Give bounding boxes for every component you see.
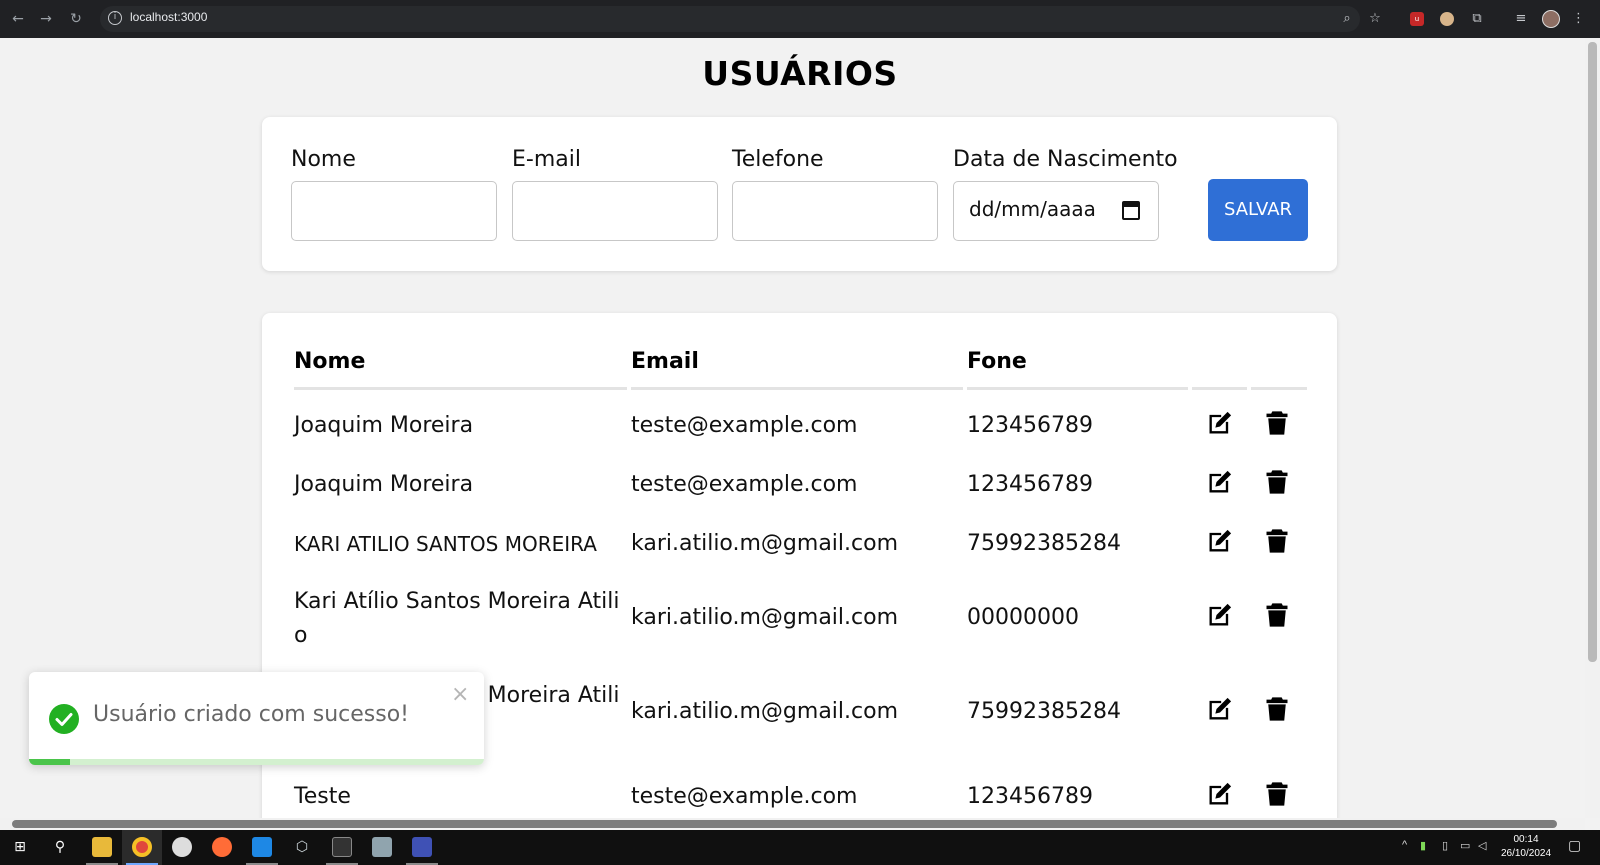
postman-icon[interactable] [212,837,232,857]
header-email: Email [631,349,699,374]
ublock-extension-icon[interactable]: u [1410,12,1424,26]
telefone-label: Telefone [732,147,824,172]
page-title: USUÁRIOS [702,54,898,93]
edit-icon[interactable] [1206,601,1234,629]
cell-fone: 123456789 [967,472,1093,497]
tray-chevron-icon[interactable]: ^ [1402,839,1407,851]
header-divider [1192,387,1247,390]
reading-list-icon[interactable]: ≡ [1512,10,1530,28]
cell-fone: 123456789 [967,784,1093,809]
cell-email: teste@example.com [631,784,858,809]
cell-nome: KARI ATILIO SANTOS MOREIRA [294,532,597,556]
save-button[interactable]: SALVAR [1208,179,1308,241]
close-icon[interactable]: × [451,682,469,707]
trash-icon[interactable] [1263,695,1291,723]
notifications-icon[interactable]: ▢ [1568,837,1581,854]
cell-nome: Kari Atílio Santos Moreira Atilio [294,589,620,648]
cell-email: kari.atilio.m@gmail.com [631,605,899,630]
cell-nome: Teste [294,784,351,809]
date-placeholder: dd/mm/aaaa [969,197,1096,221]
trash-icon[interactable] [1263,409,1291,437]
edit-icon[interactable] [1206,409,1234,437]
network-signal-icon[interactable]: ▮ [1420,839,1426,852]
cell-email: teste@example.com [631,413,858,438]
header-nome: Nome [294,349,366,374]
search-icon[interactable]: ⚲ [50,837,70,857]
windows-start-icon[interactable]: ⊞ [10,837,30,857]
success-toast[interactable]: Usuário criado com sucesso! × [29,672,484,765]
address-url[interactable]: localhost:3000 [130,10,207,24]
trash-icon[interactable] [1263,601,1291,629]
menu-kebab-icon[interactable]: ⋮ [1572,10,1585,28]
trash-icon[interactable] [1263,527,1291,555]
edit-icon[interactable] [1206,527,1234,555]
terminal-icon[interactable] [332,837,352,857]
taskbar: ⊞ ⚲ ⬡ ^ ▮ ▯ ▭ ◁ 00:14 26/10/2024 ▢ [0,830,1600,865]
usb-icon[interactable]: ▯ [1442,839,1448,852]
toast-progress-bar [29,759,70,765]
email-input[interactable] [512,181,718,241]
toast-message: Usuário criado com sucesso! [93,702,409,727]
data-nascimento-input[interactable]: dd/mm/aaaa [953,181,1159,241]
file-explorer-icon[interactable] [92,837,112,857]
trash-icon[interactable] [1263,468,1291,496]
email-label: E-mail [512,147,581,172]
cell-email: teste@example.com [631,472,858,497]
extensions-puzzle-icon[interactable]: ⧉ [1468,10,1486,28]
vscode-icon[interactable] [252,837,272,857]
horizontal-scroll-thumb[interactable] [12,820,1557,828]
calendar-icon[interactable] [1122,201,1140,220]
database-icon[interactable] [372,837,392,857]
edit-icon[interactable] [1206,468,1234,496]
zoom-icon[interactable]: ⌕ [1338,10,1356,28]
check-circle-icon [49,704,79,734]
horizontal-scrollbar[interactable] [0,818,1585,830]
nome-label: Nome [291,147,356,172]
github-desktop-icon[interactable] [172,837,192,857]
vertical-scroll-thumb[interactable] [1588,42,1597,662]
header-divider [631,387,963,390]
volume-icon[interactable]: ◁ [1478,839,1486,852]
forward-icon[interactable]: → [36,9,56,29]
trash-icon[interactable] [1263,780,1291,808]
header-fone: Fone [967,349,1027,374]
cell-fone: 00000000 [967,605,1079,630]
telefone-input[interactable] [732,181,938,241]
header-divider [294,387,627,390]
header-divider [1251,387,1307,390]
back-icon[interactable]: ← [8,9,28,29]
address-bar[interactable]: i localhost:3000 [100,6,1360,32]
toast-progress-track [29,759,484,765]
edit-icon[interactable] [1206,695,1234,723]
clock-date: 26/10/2024 [1500,848,1552,859]
nome-input[interactable] [291,181,497,241]
site-info-icon[interactable]: i [108,11,122,25]
clock-time: 00:14 [1513,834,1539,845]
cell-fone: 123456789 [967,413,1093,438]
browser-toolbar: ← → ↻ i localhost:3000 ⌕ ☆ u ⧉ ≡ ⋮ [0,0,1600,38]
cell-email: kari.atilio.m@gmail.com [631,531,899,556]
battery-icon[interactable]: ▭ [1460,839,1470,852]
vertical-scrollbar[interactable] [1585,38,1600,818]
cell-nome: Joaquim Moreira [294,413,474,438]
system-clock[interactable]: 00:14 26/10/2024 [1496,833,1556,861]
workbench-icon[interactable] [412,837,432,857]
reload-icon[interactable]: ↻ [66,9,86,29]
chrome-icon[interactable] [132,837,152,857]
virtualbox-cube-icon[interactable]: ⬡ [292,837,312,857]
extension-avatar-icon[interactable] [1440,12,1454,26]
profile-avatar[interactable] [1542,10,1560,28]
user-form: Nome E-mail Telefone Data de Nascimento … [262,117,1337,271]
cell-nome: Joaquim Moreira [294,472,474,497]
data-nascimento-label: Data de Nascimento [953,147,1178,172]
cell-email: kari.atilio.m@gmail.com [631,699,899,724]
bookmark-star-icon[interactable]: ☆ [1366,10,1384,28]
header-divider [967,387,1188,390]
edit-icon[interactable] [1206,780,1234,808]
cell-fone: 75992385284 [967,531,1121,556]
cell-fone: 75992385284 [967,699,1121,724]
